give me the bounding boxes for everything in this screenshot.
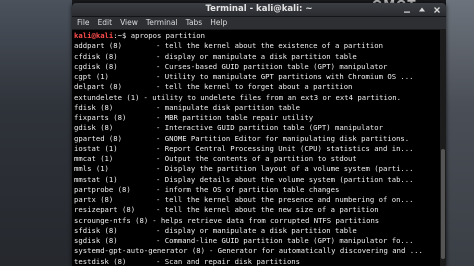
result-command: cgdisk (8) — [74, 61, 118, 71]
result-description: - Output the contents of a partition to … — [156, 154, 357, 163]
result-command: delpart (8) — [74, 82, 123, 92]
result-row: resizepart (8) - tell the kernel about th… — [74, 205, 446, 215]
result-command: iostat (1) — [74, 143, 118, 153]
result-description: - GNOME Partition Editor for manipulatin… — [156, 133, 410, 143]
result-command: gparted (8) — [74, 133, 123, 143]
menu-help[interactable]: Help — [210, 17, 227, 29]
result-command: partprobe (8) — [74, 184, 131, 194]
menu-edit[interactable]: Edit — [98, 17, 113, 29]
result-command: scrounge-ntfs (8) — [74, 215, 149, 225]
result-command: testdisk (8) — [74, 256, 127, 266]
result-command: resizepart (8) — [74, 205, 136, 215]
result-row: gdisk (8) - Interactive GUID partition ta… — [74, 123, 446, 133]
command-line: kali@kali:~$ apropos partition — [74, 31, 446, 41]
result-command: addpart (8) — [74, 41, 123, 51]
result-command: gdisk (8) — [74, 123, 114, 133]
result-row: fdisk (8) - manipulate disk partition tab… — [74, 103, 446, 113]
result-description: - Scan and repair disk partitions — [156, 256, 301, 266]
desktop: OMOT Terminal - kali@kali: ~ File Edit V… — [0, 0, 474, 266]
result-description: - display or manipulate a disk partition… — [156, 225, 357, 235]
result-command: mmstat (1) — [74, 174, 118, 184]
result-row: iostat (1) - Report Central Processing Un… — [74, 144, 446, 154]
apropos-results: addpart (8) - tell the kernel about the e… — [74, 41, 446, 266]
window-controls — [403, 3, 441, 16]
result-row: delpart (8) - tell the kernel to forget a… — [74, 82, 446, 92]
result-description: - utility to undelete files from an ext3… — [143, 92, 402, 102]
typed-command: apropos partition — [130, 31, 205, 40]
desktop-background-right — [446, 0, 474, 266]
result-description: - tell the kernel about the existence of… — [156, 41, 383, 51]
title-bar[interactable]: Terminal - kali@kali: ~ — [72, 3, 446, 17]
result-description: - helps retrieve data from corrupted NTF… — [152, 215, 380, 225]
maximize-icon[interactable] — [418, 6, 426, 14]
result-row: addpart (8) - tell the kernel about the e… — [74, 41, 446, 51]
result-row: partx (8) - tell the kernel about the pre… — [74, 195, 446, 205]
menu-bar: File Edit View Terminal Tabs Help — [72, 17, 446, 30]
result-command: mmcat (1) — [74, 154, 114, 163]
result-description: - tell the kernel about the presence and… — [156, 195, 414, 204]
result-description: - Display the partition layout of a volu… — [156, 164, 414, 174]
terminal-window[interactable]: Terminal - kali@kali: ~ File Edit View T… — [72, 3, 446, 266]
result-command: cgpt (1) — [74, 72, 109, 81]
result-row: fixparts (8) - MBR partition table repair… — [74, 113, 446, 123]
result-command: mmls (1) — [74, 164, 109, 174]
result-row: mmstat (1) - Display details about the vo… — [74, 175, 446, 185]
result-description: - tell the kernel to forget about a part… — [156, 82, 353, 92]
prompt-path: :~$ — [113, 31, 131, 40]
result-row: sfdisk (8) - display or manipulate a disk… — [74, 226, 446, 236]
result-description: - Curses-based GUID partition table (GPT… — [156, 61, 388, 71]
result-row: systemd-gpt-auto-generator (8) - Generato… — [74, 246, 446, 256]
menu-terminal[interactable]: Terminal — [146, 17, 178, 29]
result-command: partx (8) — [74, 195, 114, 204]
desktop-background-left — [0, 0, 72, 266]
result-description: - Display details about the volume syste… — [156, 174, 414, 184]
menu-view[interactable]: View — [120, 17, 138, 29]
result-row: scrounge-ntfs (8) - helps retrieve data f… — [74, 216, 446, 226]
result-description: - tell the kernel about the new size of … — [156, 205, 379, 215]
result-row: partprobe (8) - inform the OS of partitio… — [74, 185, 446, 195]
result-command: fixparts (8) — [74, 113, 127, 122]
result-description: - inform the OS of partition table chang… — [156, 184, 340, 194]
result-command: extundelete (1) — [74, 92, 140, 102]
result-description: - manipulate disk partition table — [156, 102, 301, 112]
menu-tabs[interactable]: Tabs — [186, 17, 203, 29]
result-description: - Report Central Processing Unit (CPU) s… — [156, 143, 414, 153]
result-description: - Utility to manipulate GPT partitions w… — [156, 72, 414, 81]
terminal-output[interactable]: kali@kali:~$ apropos partition addpart (… — [72, 30, 446, 266]
result-row: cgdisk (8) - Curses-based GUID partition … — [74, 62, 446, 72]
result-description: - Command-line GUID partition table (GPT… — [156, 236, 414, 245]
result-row: cgpt (1) - Utility to manipulate GPT part… — [74, 72, 446, 82]
close-icon[interactable] — [433, 6, 441, 14]
result-command: sgdisk (8) — [74, 236, 118, 245]
result-description: - MBR partition table repair utility — [156, 113, 314, 122]
result-description: - Interactive GUID partition table (GPT)… — [156, 123, 383, 133]
result-row: mmls (1) - Display the partition layout o… — [74, 164, 446, 174]
result-command: fdisk (8) — [74, 102, 114, 112]
prompt-user-host: kali@kali — [74, 31, 114, 40]
window-title: Terminal - kali@kali: ~ — [205, 4, 313, 14]
result-row: cfdisk (8) - display or manipulate a disk… — [74, 52, 446, 62]
result-row: mmcat (1) - Output the contents of a part… — [74, 154, 446, 164]
scrollbar[interactable] — [440, 29, 446, 266]
result-description: - Generator for automatically discoverin… — [208, 246, 423, 256]
result-command: sfdisk (8) — [74, 225, 118, 235]
scrollbar-thumb[interactable] — [441, 149, 445, 259]
result-row: testdisk (8) - Scan and repair disk parti… — [74, 257, 446, 266]
result-row: sgdisk (8) - Command-line GUID partition … — [74, 236, 446, 246]
result-row: gparted (8) - GNOME Partition Editor for … — [74, 134, 446, 144]
minimize-icon[interactable] — [403, 6, 411, 14]
result-command: systemd-gpt-auto-generator (8) — [74, 246, 205, 256]
menu-file[interactable]: File — [77, 17, 90, 29]
result-command: cfdisk (8) — [74, 51, 118, 61]
result-description: - display or manipulate a disk partition… — [156, 51, 357, 61]
result-row: extundelete (1) - utility to undelete fil… — [74, 93, 446, 103]
